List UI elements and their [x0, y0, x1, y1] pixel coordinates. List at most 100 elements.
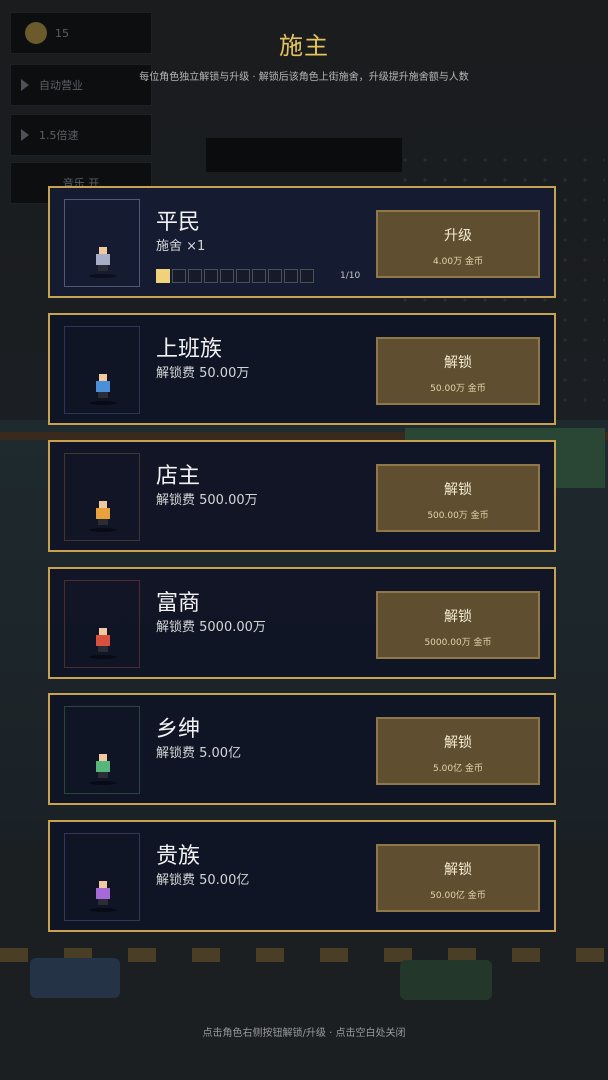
sprite-head — [99, 881, 107, 888]
sprite-body — [96, 254, 110, 265]
road-marking — [320, 948, 348, 962]
sprite-legs — [98, 646, 108, 652]
character-name: 上班族 — [156, 337, 223, 362]
character-info: 解锁费 50.00万 — [156, 366, 250, 381]
sprite-shadow — [89, 528, 117, 532]
character-sprite — [95, 881, 111, 907]
progress-segment — [172, 269, 186, 283]
road-marking — [512, 948, 540, 962]
sprite-body — [96, 381, 110, 392]
progress-segment — [220, 269, 234, 283]
background-car — [30, 958, 120, 998]
sprite-head — [99, 501, 107, 508]
sprite-shadow — [89, 908, 117, 912]
character-card-noble: 贵族 解锁费 50.00亿 解锁 50.00亿 金币 — [48, 820, 556, 932]
button-price: 5000.00万 金币 — [424, 638, 492, 648]
character-portrait — [64, 706, 140, 794]
character-card-office-worker: 上班族 解锁费 50.00万 解锁 50.00万 金币 — [48, 313, 556, 425]
progress-segment — [300, 269, 314, 283]
sprite-head — [99, 754, 107, 761]
character-portrait — [64, 326, 140, 414]
character-name: 乡绅 — [156, 717, 201, 742]
character-name: 店主 — [156, 464, 201, 489]
road-marking — [576, 948, 604, 962]
sprite-legs — [98, 265, 108, 271]
character-name: 平民 — [156, 210, 201, 235]
sprite-shadow — [89, 781, 117, 785]
character-sprite — [95, 247, 111, 273]
road-marking — [0, 948, 28, 962]
progress-segment — [268, 269, 282, 283]
character-info: 施舍 ×1 — [156, 239, 206, 254]
button-label: 解锁 — [444, 482, 472, 498]
level-progress-bar — [156, 269, 314, 283]
road-marking — [128, 948, 156, 962]
button-price: 5.00亿 金币 — [433, 764, 483, 774]
progress-segment — [188, 269, 202, 283]
button-price: 50.00亿 金币 — [430, 891, 486, 901]
character-sprite — [95, 628, 111, 654]
sprite-legs — [98, 772, 108, 778]
unlock-button[interactable]: 解锁 50.00万 金币 — [376, 337, 540, 405]
button-label: 解锁 — [444, 862, 472, 878]
unlock-button[interactable]: 解锁 5.00亿 金币 — [376, 717, 540, 785]
button-label: 解锁 — [444, 609, 472, 625]
road-marking — [256, 948, 284, 962]
character-name: 富商 — [156, 591, 201, 616]
background-car — [400, 960, 492, 1000]
button-price: 50.00万 金币 — [430, 384, 486, 394]
character-sprite — [95, 374, 111, 400]
sprite-shadow — [89, 655, 117, 659]
character-portrait — [64, 833, 140, 921]
button-label: 解锁 — [444, 735, 472, 751]
button-label: 升级 — [444, 228, 472, 244]
progress-segment — [156, 269, 170, 283]
sprite-legs — [98, 899, 108, 905]
panel-title: 施主 — [279, 32, 329, 60]
character-portrait — [64, 580, 140, 668]
speed-button[interactable]: 1.5倍速 — [10, 114, 152, 156]
character-card-gentry: 乡绅 解锁费 5.00亿 解锁 5.00亿 金币 — [48, 693, 556, 805]
character-info: 解锁费 5000.00万 — [156, 620, 266, 635]
sprite-legs — [98, 392, 108, 398]
sprite-body — [96, 508, 110, 519]
button-price: 500.00万 金币 — [427, 511, 489, 521]
sprite-body — [96, 635, 110, 646]
background-shadow — [206, 138, 402, 172]
road-marking — [192, 948, 220, 962]
progress-segment — [252, 269, 266, 283]
unlock-button[interactable]: 解锁 50.00亿 金币 — [376, 844, 540, 912]
button-price: 4.00万 金币 — [433, 257, 483, 267]
progress-segment — [284, 269, 298, 283]
character-name: 贵族 — [156, 844, 201, 869]
speed-label: 1.5倍速 — [39, 129, 79, 142]
character-portrait — [64, 453, 140, 541]
sprite-head — [99, 247, 107, 254]
sprite-shadow — [89, 274, 117, 278]
character-card-shopkeeper: 店主 解锁费 500.00万 解锁 500.00万 金币 — [48, 440, 556, 552]
panel-subtitle: 每位角色独立解锁与升级 · 解锁后该角色上街施舍，升级提升施舍额与人数 — [139, 72, 469, 83]
unlock-button[interactable]: 解锁 500.00万 金币 — [376, 464, 540, 532]
sprite-head — [99, 628, 107, 635]
progress-segment — [204, 269, 218, 283]
upgrade-button[interactable]: 升级 4.00万 金币 — [376, 210, 540, 278]
unlock-button[interactable]: 解锁 5000.00万 金币 — [376, 591, 540, 659]
character-portrait — [64, 199, 140, 287]
sprite-body — [96, 761, 110, 772]
character-info: 解锁费 500.00万 — [156, 493, 258, 508]
sprite-body — [96, 888, 110, 899]
progress-segment — [236, 269, 250, 283]
play-icon — [21, 129, 29, 141]
button-label: 解锁 — [444, 355, 472, 371]
character-info: 解锁费 5.00亿 — [156, 746, 242, 761]
sprite-head — [99, 374, 107, 381]
level-text: 1/10 — [340, 271, 361, 281]
character-card-rich-merchant: 富商 解锁费 5000.00万 解锁 5000.00万 金币 — [48, 567, 556, 679]
character-card-commoner: 平民 施舍 ×1 1/10 升级 4.00万 金币 — [48, 186, 556, 298]
character-sprite — [95, 501, 111, 527]
sprite-legs — [98, 519, 108, 525]
footer-hint: 点击角色右侧按钮解锁/升级 · 点击空白处关闭 — [202, 1028, 406, 1039]
character-info: 解锁费 50.00亿 — [156, 873, 250, 888]
character-sprite — [95, 754, 111, 780]
sprite-shadow — [89, 401, 117, 405]
